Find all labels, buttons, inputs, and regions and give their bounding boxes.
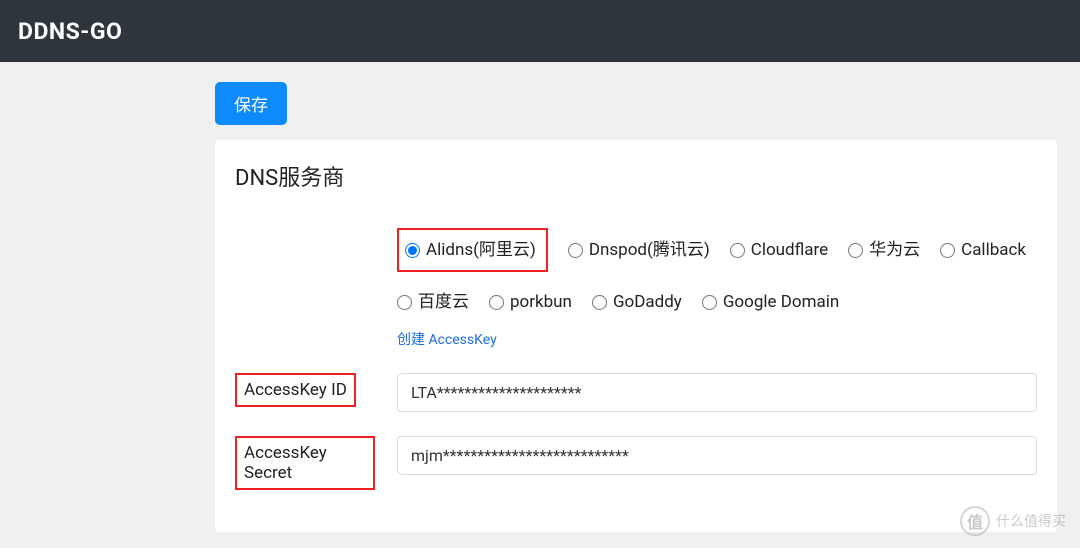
access-key-secret-label-col: AccessKey Secret <box>235 436 375 490</box>
provider-radio-label-1: Dnspod(腾讯云) <box>589 234 710 266</box>
access-key-secret-field-col <box>375 436 1037 475</box>
provider-radio-label-5: 百度云 <box>418 286 469 318</box>
access-key-id-input[interactable] <box>397 373 1037 412</box>
access-key-id-row: AccessKey ID <box>235 373 1037 412</box>
provider-radio-input-6[interactable] <box>489 295 504 310</box>
access-key-id-field-col <box>375 373 1037 412</box>
provider-radio-3[interactable]: 华为云 <box>848 232 920 268</box>
access-key-id-label-col: AccessKey ID <box>235 373 375 407</box>
app-title: DDNS-GO <box>18 18 122 45</box>
provider-radio-input-5[interactable] <box>397 295 412 310</box>
provider-radio-4[interactable]: Callback <box>940 232 1026 268</box>
access-key-secret-input[interactable] <box>397 436 1037 475</box>
watermark-text: 什么值得买 <box>996 511 1066 531</box>
provider-radio-6[interactable]: porkbun <box>489 286 572 318</box>
provider-radio-label-7: GoDaddy <box>613 286 682 318</box>
content-wrap: 保存 DNS服务商 Alidns(阿里云) Dnspod(腾讯云) Cloudfla… <box>0 62 1080 532</box>
provider-radio-label-6: porkbun <box>510 286 572 318</box>
provider-radio-input-1[interactable] <box>568 243 583 258</box>
provider-radio-input-8[interactable] <box>702 295 717 310</box>
watermark: 值 什么值得买 <box>960 506 1066 536</box>
provider-radio-label-3: 华为云 <box>869 234 920 266</box>
provider-radio-1[interactable]: Dnspod(腾讯云) <box>568 232 710 268</box>
save-button[interactable]: 保存 <box>215 82 287 125</box>
create-accesskey-link[interactable]: 创建 AccessKey <box>397 329 497 349</box>
provider-radio-label-2: Cloudflare <box>751 234 828 266</box>
provider-radio-2[interactable]: Cloudflare <box>730 232 828 268</box>
provider-radio-label-0: Alidns(阿里云) <box>426 234 536 266</box>
provider-radio-label-8: Google Domain <box>723 286 839 318</box>
provider-radio-group: Alidns(阿里云) Dnspod(腾讯云) Cloudflare 华为云 Callb… <box>397 232 1037 319</box>
app-header: DDNS-GO <box>0 0 1080 62</box>
provider-radio-input-2[interactable] <box>730 243 745 258</box>
dns-provider-card: DNS服务商 Alidns(阿里云) Dnspod(腾讯云) Cloudflare 华… <box>215 140 1057 532</box>
access-key-secret-row: AccessKey Secret <box>235 436 1037 490</box>
provider-row: Alidns(阿里云) Dnspod(腾讯云) Cloudflare 华为云 Callb… <box>235 232 1037 349</box>
provider-radio-input-0[interactable] <box>405 243 420 258</box>
provider-field-col: Alidns(阿里云) Dnspod(腾讯云) Cloudflare 华为云 Callb… <box>375 232 1037 349</box>
provider-radio-7[interactable]: GoDaddy <box>592 286 682 318</box>
provider-radio-input-7[interactable] <box>592 295 607 310</box>
watermark-icon: 值 <box>960 506 990 536</box>
provider-radio-input-3[interactable] <box>848 243 863 258</box>
card-title: DNS服务商 <box>235 160 1037 192</box>
access-key-id-label: AccessKey ID <box>235 373 356 407</box>
access-key-secret-label: AccessKey Secret <box>235 436 375 490</box>
provider-radio-input-4[interactable] <box>940 243 955 258</box>
provider-radio-0[interactable]: Alidns(阿里云) <box>397 228 548 272</box>
provider-radio-label-4: Callback <box>961 234 1026 266</box>
provider-radio-5[interactable]: 百度云 <box>397 286 469 318</box>
provider-radio-8[interactable]: Google Domain <box>702 286 839 318</box>
